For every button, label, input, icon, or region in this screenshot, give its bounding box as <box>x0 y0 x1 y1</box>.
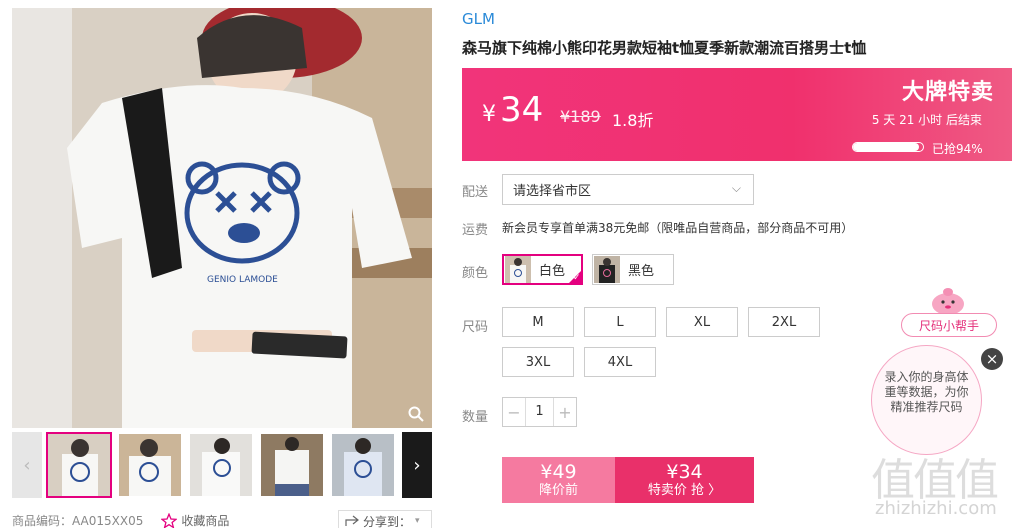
sale-price: 34 <box>500 90 544 130</box>
size-label: 尺码 <box>462 320 489 335</box>
size-option-3xl[interactable]: 3XL <box>502 347 574 377</box>
freight-label: 运费 <box>462 223 489 238</box>
thumbnail-next-button[interactable]: › <box>402 432 432 498</box>
color-label: 颜色 <box>462 266 489 281</box>
mascot-icon <box>932 288 964 315</box>
favorite-button[interactable]: 收藏商品 <box>161 512 229 528</box>
thumbnail-image <box>261 434 323 496</box>
favorite-label: 收藏商品 <box>181 514 230 528</box>
thumbnail-image <box>190 434 252 496</box>
product-meta-row: 商品编码：AA015XX05 收藏商品 <box>12 512 229 528</box>
print-text: GENIO LAMODE <box>207 275 278 285</box>
size-option-l[interactable]: L <box>584 307 656 337</box>
size-option-2xl[interactable]: 2XL <box>748 307 820 337</box>
product-title: 森马旗下纯棉小熊印花男款短袖t恤夏季新款潮流百搭男士t恤 <box>462 39 867 57</box>
discount-rate: 1.8折 <box>612 111 654 130</box>
thumbnail-5[interactable] <box>332 434 394 496</box>
price-currency: ¥ <box>482 102 496 127</box>
original-price: ¥189 <box>560 107 601 126</box>
size-option-xl[interactable]: XL <box>666 307 738 337</box>
product-photo: GENIO LAMODE <box>12 8 432 428</box>
quantity-label: 数量 <box>462 410 489 425</box>
zoom-icon[interactable] <box>408 406 424 422</box>
special-price-value: ¥34 <box>666 461 703 483</box>
thumbnail-prev-button[interactable]: ‹ <box>12 432 42 498</box>
color-option-label: 白色 <box>539 264 566 279</box>
buy-now-button[interactable]: ¥34 特卖价 抢 〉 <box>615 457 754 503</box>
size-option-m[interactable]: M <box>502 307 574 337</box>
before-price-button[interactable]: ¥49 降价前 <box>502 457 615 503</box>
delivery-label: 配送 <box>462 185 489 200</box>
main-product-image[interactable]: GENIO LAMODE <box>12 8 432 428</box>
product-code: 商品编码：AA015XX05 <box>12 514 144 528</box>
close-icon[interactable]: × <box>981 348 1003 370</box>
thumbnail-3[interactable] <box>190 434 252 496</box>
color-option-label: 黑色 <box>628 264 655 279</box>
selected-check-icon: ✓ <box>568 270 582 284</box>
special-price-label: 特卖价 抢 〉 <box>647 483 722 498</box>
freight-text: 新会员专享首单满38元免邮（限唯品自营商品，部分商品不可用） <box>502 221 854 235</box>
thumbnail-image <box>119 434 181 496</box>
quantity-decrease-button[interactable]: − <box>503 398 525 426</box>
thumbnail-strip: ‹ › <box>12 432 432 498</box>
color-option-white[interactable]: 白色 ✓ <box>502 254 583 285</box>
thumbnail-1[interactable] <box>46 432 112 498</box>
promo-tag: 大牌特卖 <box>902 80 995 105</box>
sold-percent-text: 已抢94% <box>932 142 983 156</box>
price-banner: ¥ 34 ¥189 1.8折 大牌特卖 5 天 21 小时 后结束 已抢94% <box>462 68 1012 161</box>
sold-progress-bar <box>852 142 924 152</box>
size-helper-text: 录入你的身高体重等数据，为你精准推荐尺码 <box>884 370 969 414</box>
sold-progress-fill <box>853 143 919 151</box>
size-helper-bubble[interactable]: 录入你的身高体重等数据，为你精准推荐尺码 <box>871 345 982 455</box>
quantity-increase-button[interactable]: + <box>554 398 576 426</box>
thumbnail-2[interactable] <box>119 434 181 496</box>
region-select[interactable]: 请选择省市区 ⌵ <box>502 174 754 205</box>
share-button[interactable]: 分享到： ▾ <box>338 510 432 528</box>
brand-link[interactable]: GLM <box>462 10 495 28</box>
size-option-4xl[interactable]: 4XL <box>584 347 656 377</box>
size-helper-button[interactable]: 尺码小帮手 <box>901 313 997 337</box>
countdown: 5 天 21 小时 后结束 <box>871 113 982 127</box>
thumbnail-image <box>332 434 394 496</box>
share-label: 分享到： <box>363 514 412 528</box>
watermark-text: zhizhizhi.com <box>875 498 997 519</box>
color-swatch-black <box>594 256 620 283</box>
region-select-value: 请选择省市区 <box>513 184 592 199</box>
before-price-label: 降价前 <box>538 483 578 498</box>
chevron-right-icon: › <box>413 454 421 476</box>
color-swatch-white <box>505 256 531 283</box>
color-option-black[interactable]: 黑色 <box>592 254 674 285</box>
thumbnail-image <box>48 434 110 496</box>
chevron-down-icon: ⌵ <box>731 181 741 195</box>
before-price-value: ¥49 <box>540 461 577 483</box>
share-icon <box>345 515 359 526</box>
quantity-stepper: − 1 + <box>502 397 577 427</box>
quantity-input[interactable]: 1 <box>525 398 554 426</box>
star-icon <box>161 512 178 528</box>
chevron-left-icon: ‹ <box>23 454 31 476</box>
chevron-down-icon: ▾ <box>415 516 420 526</box>
thumbnail-4[interactable] <box>261 434 323 496</box>
